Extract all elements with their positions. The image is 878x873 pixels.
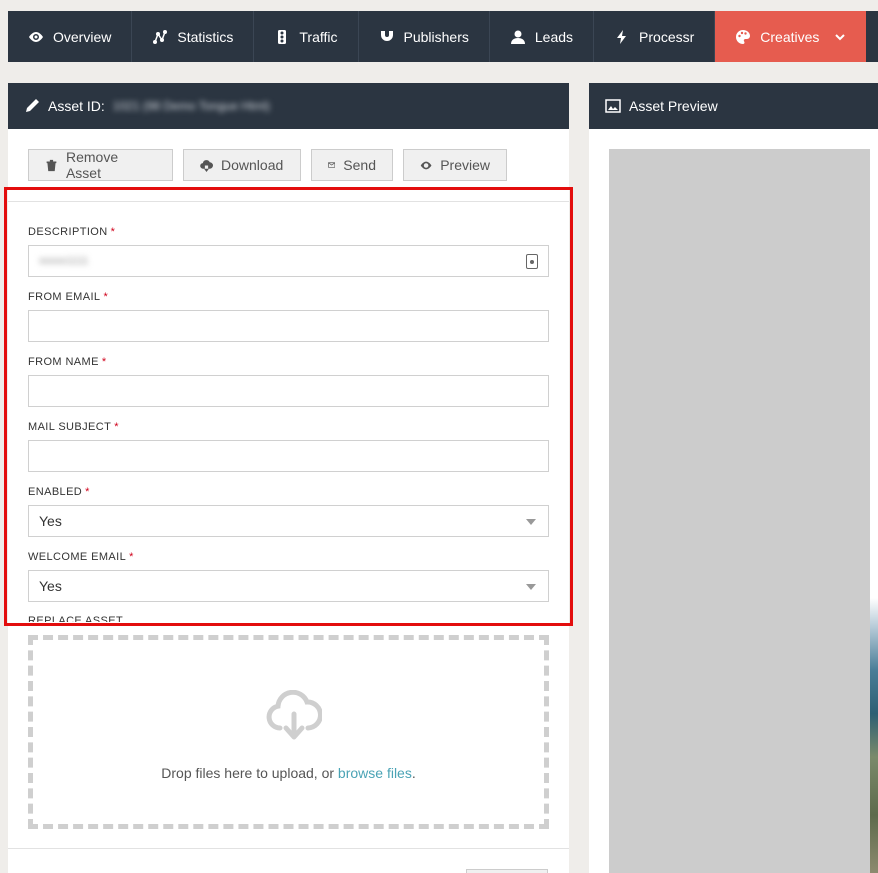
asset-preview-body: [589, 129, 878, 873]
trash-icon: [46, 159, 57, 171]
description-label-text: DESCRIPTION: [28, 226, 108, 238]
cloud-download-icon: [200, 159, 213, 172]
nav-item-publishers[interactable]: Publishers: [359, 11, 490, 62]
from-name-label: FROM NAME *: [28, 356, 107, 368]
file-dropzone[interactable]: Drop files here to upload, or browse fil…: [28, 635, 549, 829]
send-icon: [328, 161, 336, 168]
palette-icon: [736, 29, 751, 44]
enabled-label: ENABLED *: [28, 486, 90, 498]
top-nav: Overview Statistics Traffic Publishers L…: [8, 11, 878, 62]
required-marker: *: [103, 291, 109, 303]
welcome-email-value: Yes: [39, 578, 62, 594]
nav-item-processr[interactable]: Processr: [594, 11, 716, 62]
contact-card-icon[interactable]: [526, 254, 538, 269]
replace-asset-label: REPLACE ASSET: [28, 616, 124, 622]
nav-label: Publishers: [403, 28, 469, 45]
welcome-email-select[interactable]: Yes: [28, 570, 549, 602]
nav-item-creatives[interactable]: Creatives: [715, 11, 867, 62]
lightning-icon: [617, 29, 627, 44]
divider: [8, 848, 569, 849]
description-label: DESCRIPTION *: [28, 226, 115, 238]
nav-label: Processr: [639, 28, 695, 45]
asset-panel-header: Asset ID: 1021 (98 Demo Tongue Html): [8, 83, 569, 129]
dropzone-text: Drop files here to upload, or browse fil…: [33, 765, 544, 781]
asset-toolbar: Remove Asset Download Send Preview: [28, 149, 507, 181]
send-button[interactable]: Send: [311, 149, 393, 181]
from-name-input[interactable]: [28, 375, 549, 407]
nav-item-traffic[interactable]: Traffic: [254, 11, 359, 62]
remove-asset-button[interactable]: Remove Asset: [28, 149, 173, 181]
caret-down-icon: [526, 584, 536, 590]
mail-subject-label: MAIL SUBJECT *: [28, 421, 119, 433]
enabled-value: Yes: [39, 513, 62, 529]
welcome-email-label-text: WELCOME EMAIL: [28, 551, 127, 563]
welcome-email-label: WELCOME EMAIL *: [28, 551, 134, 563]
from-email-input[interactable]: [28, 310, 549, 342]
description-input[interactable]: sssss1111: [28, 245, 549, 277]
nav-item-statistics[interactable]: Statistics: [132, 11, 255, 62]
enabled-select[interactable]: Yes: [28, 505, 549, 537]
required-marker: *: [101, 356, 107, 368]
from-email-label-text: FROM EMAIL: [28, 291, 101, 303]
cloud-upload-icon: [266, 690, 322, 740]
eye-icon: [420, 161, 432, 169]
preview-button[interactable]: Preview: [403, 149, 507, 181]
eye-icon: [29, 31, 43, 42]
chevron-down-icon: [835, 33, 846, 40]
required-marker: *: [110, 226, 116, 238]
nav-item-overview[interactable]: Overview: [8, 11, 133, 62]
footer-button[interactable]: [466, 869, 548, 873]
mail-subject-input[interactable]: [28, 440, 549, 472]
nav-label: Traffic: [299, 28, 338, 45]
send-label: Send: [343, 157, 376, 173]
dropzone-text-main: Drop files here to upload, or: [161, 765, 338, 781]
required-marker: *: [114, 421, 119, 433]
preview-placeholder: [609, 149, 870, 873]
asset-id-label: Asset ID:: [48, 98, 105, 114]
asset-id-value: 1021 (98 Demo Tongue Html): [112, 99, 270, 113]
download-label: Download: [221, 157, 284, 173]
caret-down-icon: [526, 519, 536, 525]
dropzone-text-suffix: .: [411, 765, 416, 781]
user-icon: [510, 30, 525, 44]
asset-preview-title: Asset Preview: [629, 98, 718, 114]
divider: [8, 201, 569, 202]
enabled-label-text: ENABLED: [28, 486, 83, 498]
download-button[interactable]: Download: [183, 149, 301, 181]
image-preview-icon: [605, 99, 621, 113]
preview-label: Preview: [440, 157, 490, 173]
nav-label: Statistics: [177, 28, 234, 45]
browse-files-link[interactable]: browse files: [338, 765, 412, 781]
from-name-label-text: FROM NAME: [28, 356, 99, 368]
magnet-icon: [380, 30, 393, 41]
description-value: sssss1111: [39, 255, 89, 267]
required-marker: *: [85, 486, 90, 498]
nav-item-leads[interactable]: Leads: [490, 11, 595, 62]
asset-panel-body: Remove Asset Download Send Preview DESCR…: [8, 129, 569, 873]
from-email-label: FROM EMAIL *: [28, 291, 108, 303]
traffic-light-icon: [278, 29, 287, 44]
chart-line-icon: [153, 29, 168, 44]
nav-label: Creatives: [760, 28, 820, 45]
nav-label: Overview: [53, 28, 112, 45]
preview-image: [870, 149, 878, 873]
mail-subject-label-text: MAIL SUBJECT: [28, 421, 112, 433]
nav-label: Leads: [534, 28, 574, 45]
asset-preview-header: Asset Preview: [589, 83, 878, 129]
required-marker: *: [129, 551, 134, 563]
remove-asset-label: Remove Asset: [65, 149, 119, 181]
pencil-icon: [26, 99, 39, 112]
